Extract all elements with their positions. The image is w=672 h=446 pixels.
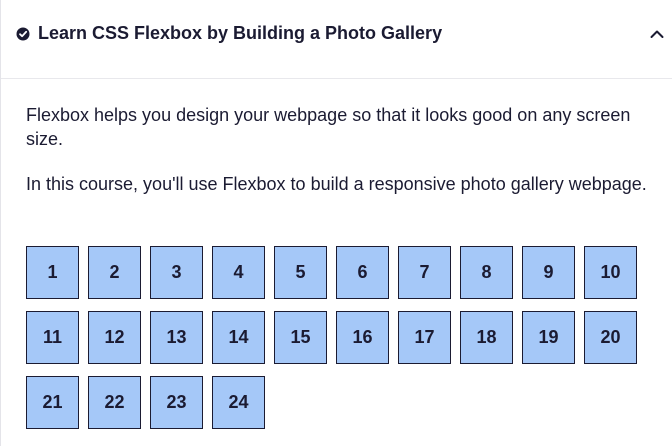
- gallery-tile: 13: [150, 311, 203, 364]
- gallery-tile: 17: [398, 311, 451, 364]
- gallery-tile: 16: [336, 311, 389, 364]
- description-paragraph: In this course, you'll use Flexbox to bu…: [26, 174, 647, 194]
- gallery-tile: 15: [274, 311, 327, 364]
- gallery-tile: 3: [150, 246, 203, 299]
- course-header-toggle[interactable]: Learn CSS Flexbox by Building a Photo Ga…: [1, 0, 672, 79]
- gallery-tile: 18: [460, 311, 513, 364]
- gallery-tile: 21: [26, 376, 79, 429]
- gallery-tile: 23: [150, 376, 203, 429]
- gallery-tile: 8: [460, 246, 513, 299]
- photo-gallery-grid: 1 2 3 4 5 6 7 8 9 10 11 12 13 14 15 16 17 18 19 20 21 22 23 24: [26, 246, 672, 429]
- gallery-tile: 4: [212, 246, 265, 299]
- gallery-tile: 10: [584, 246, 637, 299]
- course-title: Learn CSS Flexbox by Building a Photo Ga…: [38, 23, 443, 43]
- gallery-tile: 6: [336, 246, 389, 299]
- gallery-tile: 1: [26, 246, 79, 299]
- gallery-tile: 5: [274, 246, 327, 299]
- chevron-up-icon[interactable]: [650, 28, 664, 40]
- check-circle-icon: [16, 27, 30, 41]
- gallery-tile: 12: [88, 311, 141, 364]
- gallery-tile: 2: [88, 246, 141, 299]
- gallery-tile: 14: [212, 311, 265, 364]
- gallery-tile: 24: [212, 376, 265, 429]
- gallery-tile: 19: [522, 311, 575, 364]
- description-paragraph: Flexbox helps you design your webpage so…: [26, 105, 631, 149]
- gallery-tile: 11: [26, 311, 79, 364]
- gallery-tile: 9: [522, 246, 575, 299]
- gallery-tile: 22: [88, 376, 141, 429]
- gallery-tile: 20: [584, 311, 637, 364]
- course-panel: Learn CSS Flexbox by Building a Photo Ga…: [0, 0, 672, 446]
- gallery-tile: 7: [398, 246, 451, 299]
